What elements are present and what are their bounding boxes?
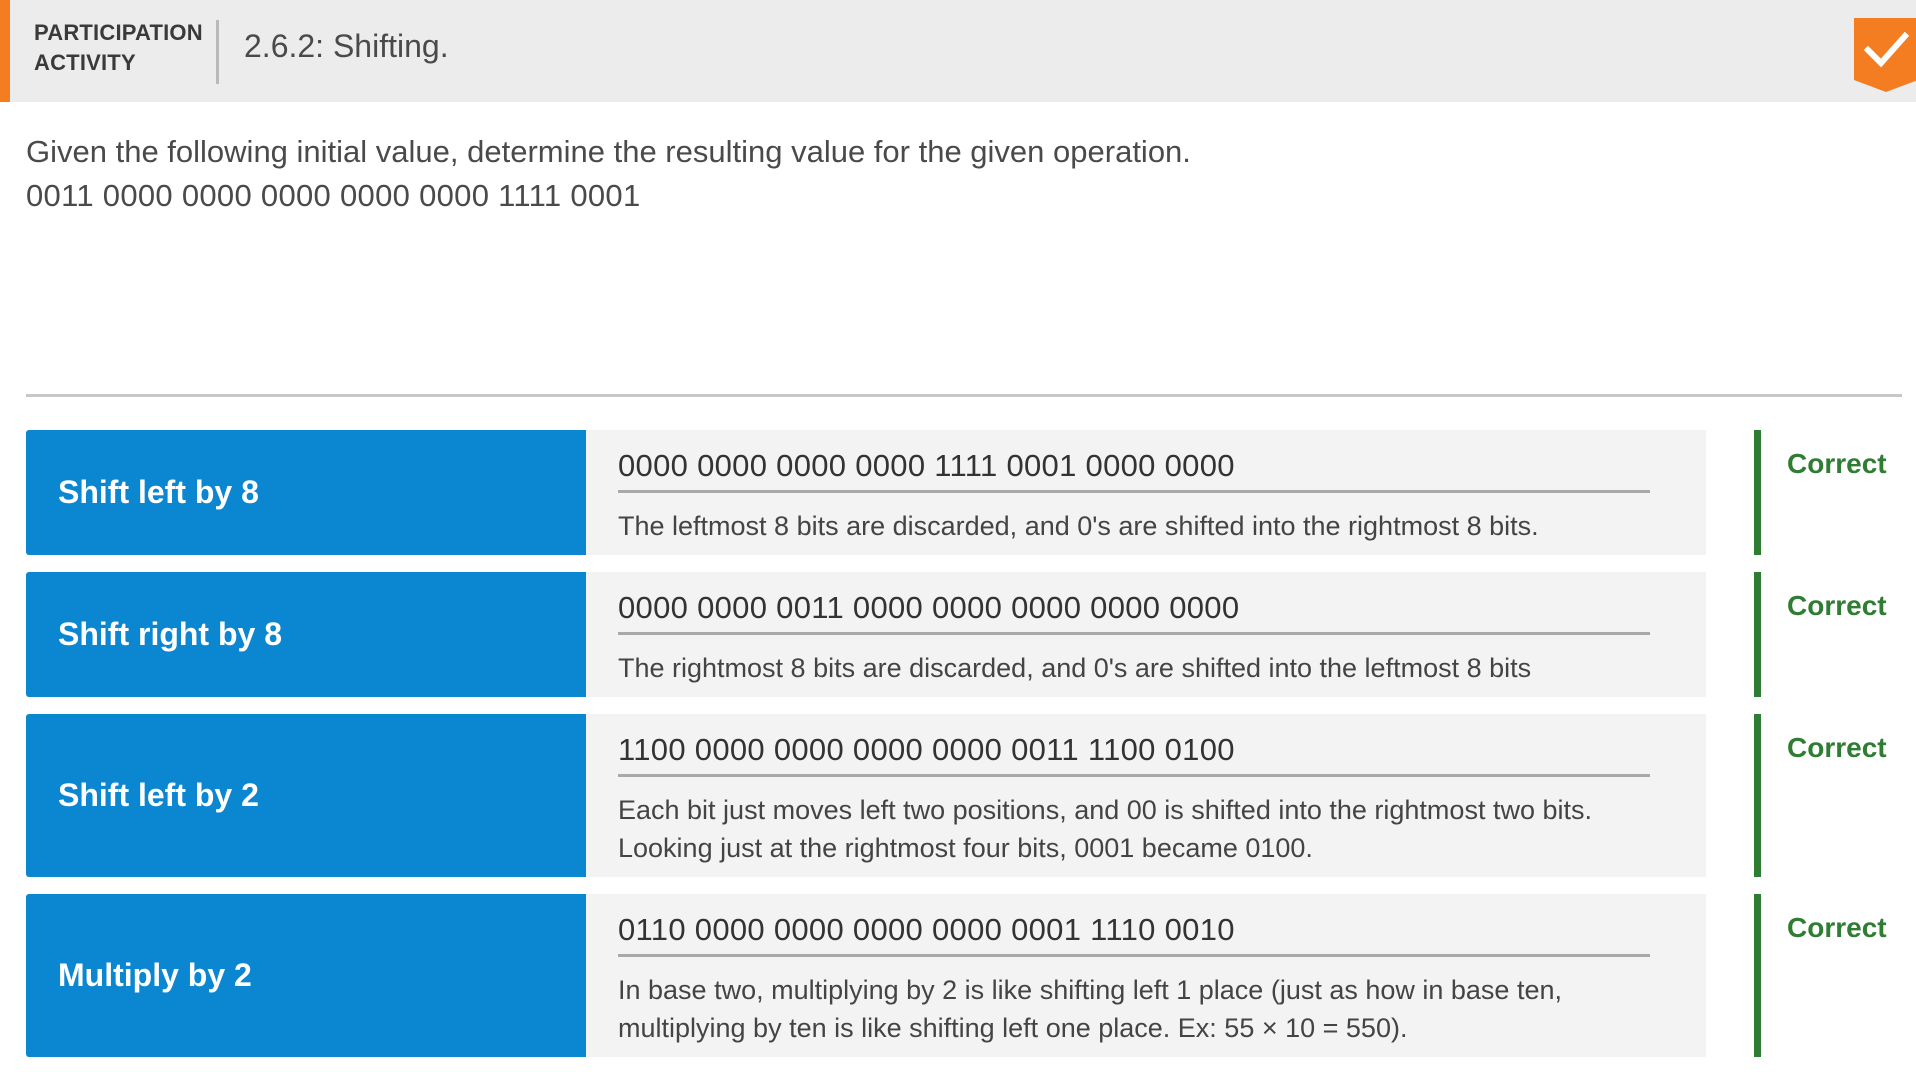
initial-value: 0011 0000 0000 0000 0000 0000 1111 0001	[26, 178, 641, 213]
answer-field[interactable]: 0000 0000 0011 0000 0000 0000 0000 0000 …	[586, 572, 1706, 697]
feedback-correct: Correct	[1787, 732, 1887, 763]
operation-prompt: Shift left by 2	[26, 714, 586, 877]
answer-value[interactable]: 0000 0000 0011 0000 0000 0000 0000 0000	[618, 586, 1650, 630]
section-divider	[26, 394, 1902, 397]
operation-prompt: Shift right by 8	[26, 572, 586, 697]
answer-field[interactable]: 1100 0000 0000 0000 0000 0011 1100 0100 …	[586, 714, 1706, 877]
activity-header: PARTICIPATION ACTIVITY 2.6.2: Shifting.	[0, 0, 1916, 102]
operation-prompt: Multiply by 2	[26, 894, 586, 1057]
feedback-panel: Correct	[1754, 572, 1902, 697]
participation-activity-badge: PARTICIPATION ACTIVITY	[34, 18, 224, 78]
header-divider	[216, 20, 219, 84]
check-icon	[1854, 18, 1916, 92]
answer-underline	[618, 954, 1650, 957]
answer-value[interactable]: 0000 0000 0000 0000 1111 0001 0000 0000	[618, 444, 1650, 488]
feedback-correct: Correct	[1787, 912, 1887, 943]
feedback-correct: Correct	[1787, 590, 1887, 621]
feedback-correct: Correct	[1787, 448, 1887, 479]
answer-field[interactable]: 0000 0000 0000 0000 1111 0001 0000 0000 …	[586, 430, 1706, 555]
answer-underline	[618, 774, 1650, 777]
badge-line-1: PARTICIPATION	[34, 20, 203, 45]
answer-field[interactable]: 0110 0000 0000 0000 0000 0001 1110 0010 …	[586, 894, 1706, 1057]
feedback-panel: Correct	[1754, 430, 1902, 555]
operation-prompt: Shift left by 8	[26, 430, 586, 555]
answer-explanation: In base two, multiplying by 2 is like sh…	[618, 975, 1562, 1043]
feedback-panel: Correct	[1754, 714, 1902, 877]
answer-underline	[618, 632, 1650, 635]
answer-underline	[618, 490, 1650, 493]
answer-explanation: The leftmost 8 bits are discarded, and 0…	[618, 511, 1539, 541]
answer-explanation: The rightmost 8 bits are discarded, and …	[618, 653, 1532, 683]
activity-title: 2.6.2: Shifting.	[244, 28, 449, 64]
answer-value[interactable]: 0110 0000 0000 0000 0000 0001 1110 0010	[618, 908, 1650, 952]
badge-line-2: ACTIVITY	[34, 50, 136, 75]
feedback-panel: Correct	[1754, 894, 1902, 1057]
question-content: Given the following initial value, deter…	[26, 130, 1886, 218]
answer-explanation: Each bit just moves left two positions, …	[618, 795, 1592, 863]
answer-value[interactable]: 1100 0000 0000 0000 0000 0011 1100 0100	[618, 728, 1650, 772]
question-instructions: Given the following initial value, deter…	[26, 134, 1191, 169]
